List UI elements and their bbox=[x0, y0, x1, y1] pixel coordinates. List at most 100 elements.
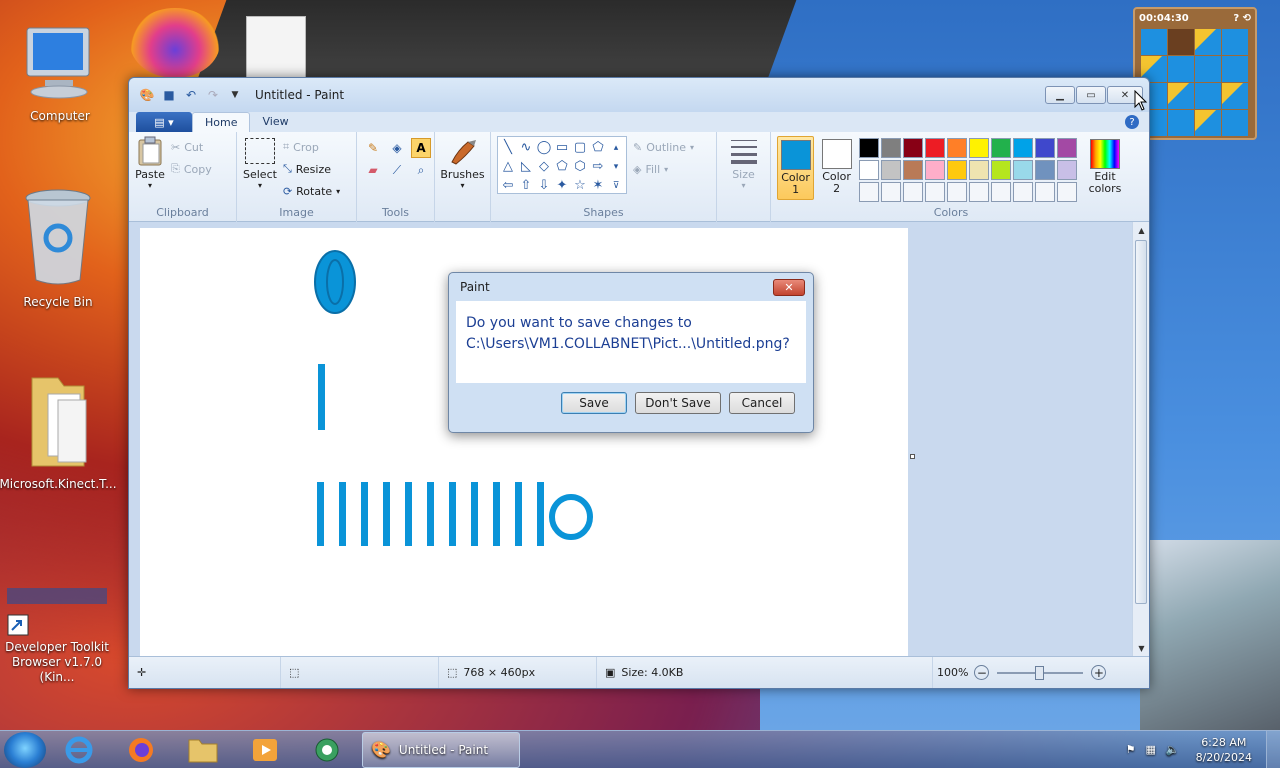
taskbar-firefox[interactable] bbox=[112, 732, 170, 768]
scroll-up-icon[interactable]: ▲ bbox=[1133, 222, 1150, 238]
puzzle-grid[interactable] bbox=[1135, 27, 1255, 138]
scroll-down-icon[interactable]: ▼ bbox=[1133, 640, 1150, 656]
puzzle-gadget[interactable]: 00:04:30 ? ⟲ bbox=[1133, 7, 1257, 140]
edit-colors-button[interactable]: Edit colors bbox=[1085, 136, 1125, 200]
dialog-message-line1: Do you want to save changes to bbox=[466, 315, 692, 331]
drawn-stroke-row bbox=[317, 482, 544, 546]
palette-swatch[interactable] bbox=[1057, 182, 1077, 202]
palette-swatch[interactable] bbox=[925, 182, 945, 202]
palette-swatch[interactable] bbox=[1035, 182, 1055, 202]
palette-swatch[interactable] bbox=[903, 182, 923, 202]
notepad-plus-plus-desktop-icon[interactable] bbox=[246, 16, 306, 78]
desktop-icon-recycle-bin[interactable]: Recycle Bin bbox=[0, 188, 118, 310]
palette-swatch[interactable] bbox=[1035, 160, 1055, 180]
taskbar-paint-task[interactable]: 🎨 Untitled - Paint bbox=[362, 731, 520, 768]
title-bar[interactable]: 🎨 ■ ↶ ↷ ▼ Untitled - Paint ▁ ▭ ✕ bbox=[129, 78, 1149, 112]
action-center-flag-icon[interactable]: ⚑ bbox=[1126, 743, 1136, 756]
zoom-slider-knob[interactable] bbox=[1035, 665, 1045, 680]
color2-button[interactable]: Color 2 bbox=[818, 136, 855, 200]
palette-swatch[interactable] bbox=[969, 138, 989, 158]
palette-swatch[interactable] bbox=[881, 182, 901, 202]
palette-swatch[interactable] bbox=[947, 138, 967, 158]
rotate-button[interactable]: ⟳ Rotate ▾ bbox=[283, 180, 340, 202]
crop-button[interactable]: ⌗ Crop bbox=[283, 136, 340, 158]
palette-swatch[interactable] bbox=[1057, 160, 1077, 180]
palette-swatch[interactable] bbox=[991, 182, 1011, 202]
zoom-out-button[interactable]: − bbox=[974, 665, 990, 680]
clock[interactable]: 6:28 AM 8/20/2024 bbox=[1196, 735, 1252, 765]
copy-button[interactable]: ⎘ Copy bbox=[171, 158, 212, 180]
palette-swatch[interactable] bbox=[881, 138, 901, 158]
taskbar-network-app[interactable] bbox=[298, 732, 356, 768]
eraser-icon[interactable]: ▰ bbox=[363, 160, 383, 180]
firefox-desktop-icon[interactable] bbox=[130, 8, 220, 78]
palette-swatch[interactable] bbox=[859, 182, 879, 202]
palette-swatch[interactable] bbox=[991, 138, 1011, 158]
taskbar-internet-explorer[interactable] bbox=[50, 732, 108, 768]
palette-swatch[interactable] bbox=[859, 138, 879, 158]
palette-swatch[interactable] bbox=[947, 182, 967, 202]
fill-button[interactable]: ◈ Fill ▾ bbox=[633, 158, 694, 180]
palette-swatch[interactable] bbox=[1057, 138, 1077, 158]
tab-view[interactable]: View bbox=[250, 112, 300, 132]
customize-toolbar-icon[interactable]: ▼ bbox=[227, 87, 243, 103]
maximize-button[interactable]: ▭ bbox=[1076, 86, 1106, 104]
palette-swatch[interactable] bbox=[925, 160, 945, 180]
dont-save-button[interactable]: Don't Save bbox=[635, 392, 721, 414]
palette-swatch[interactable] bbox=[969, 182, 989, 202]
tab-home[interactable]: Home bbox=[192, 112, 251, 132]
text-tool-icon[interactable]: A bbox=[411, 138, 431, 158]
palette-swatch[interactable] bbox=[1013, 160, 1033, 180]
size-button[interactable]: Size ▾ bbox=[723, 136, 764, 190]
brushes-button[interactable]: Brushes ▾ bbox=[440, 136, 485, 190]
palette-swatch[interactable] bbox=[947, 160, 967, 180]
dialog-title-bar[interactable]: Paint ✕ bbox=[449, 273, 813, 301]
volume-muted-icon[interactable]: 🔈 bbox=[1166, 743, 1180, 756]
taskbar-media-player[interactable] bbox=[236, 732, 294, 768]
color1-button[interactable]: Color 1 bbox=[777, 136, 815, 200]
scroll-thumb[interactable] bbox=[1135, 240, 1147, 604]
redo-icon[interactable]: ↷ bbox=[205, 87, 221, 103]
palette-swatch[interactable] bbox=[881, 160, 901, 180]
palette-swatch[interactable] bbox=[1013, 182, 1033, 202]
resize-button[interactable]: ⤡ Resize bbox=[283, 158, 340, 180]
save-changes-dialog[interactable]: Paint ✕ Do you want to save changes to C… bbox=[448, 272, 814, 433]
media-player-icon bbox=[253, 738, 277, 761]
desktop-icon-developer-toolkit[interactable]: Developer Toolkit Browser v1.7.0 (Kin... bbox=[0, 588, 117, 685]
save-icon[interactable]: ■ bbox=[161, 87, 177, 103]
save-button[interactable]: Save bbox=[561, 392, 627, 414]
vertical-scrollbar[interactable]: ▲ ▼ bbox=[1132, 222, 1149, 656]
drawn-stroke bbox=[515, 482, 522, 546]
palette-swatch[interactable] bbox=[1035, 138, 1055, 158]
show-desktop-button[interactable] bbox=[1266, 730, 1280, 768]
dialog-close-button[interactable]: ✕ bbox=[773, 279, 805, 296]
puzzle-controls-icon[interactable]: ? ⟲ bbox=[1233, 13, 1251, 24]
canvas-resize-handle[interactable] bbox=[910, 454, 915, 459]
fill-bucket-icon[interactable]: ◈ bbox=[387, 138, 407, 158]
start-button[interactable] bbox=[4, 731, 46, 768]
palette-swatch[interactable] bbox=[925, 138, 945, 158]
outline-button[interactable]: ✎ Outline ▾ bbox=[633, 136, 694, 158]
pencil-icon[interactable]: ✎ bbox=[363, 138, 383, 158]
desktop-icon-computer[interactable]: Computer bbox=[0, 22, 120, 124]
color-picker-icon[interactable]: ⟋ bbox=[387, 160, 407, 180]
palette-swatch[interactable] bbox=[903, 160, 923, 180]
palette-swatch[interactable] bbox=[991, 160, 1011, 180]
network-icon[interactable]: ▦ bbox=[1145, 743, 1155, 756]
shapes-gallery[interactable]: ╲ ∿ ◯ ▭ ▢ ⬠ ▴ △ ◺ ◇ ⬠ ⬡ ⇨ ▾ ⇦ ⇧ ⇩ ✦ ☆ ✶ ⊽ bbox=[497, 136, 627, 194]
cut-button[interactable]: ✂ Cut bbox=[171, 136, 212, 158]
desktop-icon-kinect-folder[interactable]: Microsoft.Kinect.T... bbox=[0, 370, 118, 492]
taskbar-file-explorer[interactable] bbox=[174, 732, 232, 768]
minimize-button[interactable]: ▁ bbox=[1045, 86, 1075, 104]
palette-swatch[interactable] bbox=[969, 160, 989, 180]
zoom-slider[interactable] bbox=[997, 665, 1084, 680]
palette-swatch[interactable] bbox=[903, 138, 923, 158]
magnifier-icon[interactable]: ⌕ bbox=[411, 160, 431, 180]
palette-swatch[interactable] bbox=[859, 160, 879, 180]
cancel-button[interactable]: Cancel bbox=[729, 392, 795, 414]
palette-swatch[interactable] bbox=[1013, 138, 1033, 158]
zoom-in-button[interactable]: + bbox=[1091, 665, 1107, 680]
paint-menu-button[interactable]: ▤ ▾ bbox=[136, 112, 192, 132]
undo-icon[interactable]: ↶ bbox=[183, 87, 199, 103]
help-icon[interactable]: ? bbox=[1125, 115, 1139, 129]
